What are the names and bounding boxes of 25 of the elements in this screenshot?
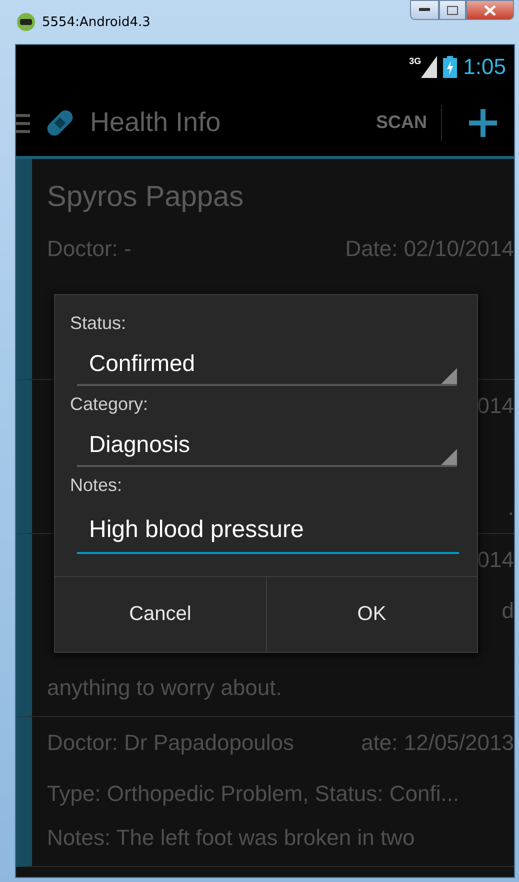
dropdown[interactable]: Confirmed xyxy=(77,342,457,386)
window-title: 5554:Android4.3 xyxy=(42,14,150,30)
date-text: . xyxy=(508,494,514,520)
list-item-text: Type: Orthopedic Problem, Status: Confi... xyxy=(47,780,460,806)
app-title: Health Info xyxy=(90,107,221,138)
notes-text: anything to worry about. xyxy=(47,674,283,702)
notes-field[interactable]: High blood pressure xyxy=(77,508,459,554)
network-type-text: 3G xyxy=(409,56,422,66)
date-text: 014 xyxy=(477,546,514,572)
date-text: d xyxy=(502,598,514,624)
notes-text: Notes: The left foot was broken in two xyxy=(47,824,416,852)
date-text: ate: 12/05/2013 xyxy=(361,730,514,756)
dropdown[interactable]: Diagnosis xyxy=(77,423,457,467)
list-item-text: Doctor: - xyxy=(47,236,132,262)
dialog-button[interactable]: OK xyxy=(266,577,477,652)
scan-button[interactable]: SCAN xyxy=(362,104,441,141)
patient-name: Spyros Pappas xyxy=(47,180,245,215)
field-label: Status: xyxy=(70,312,128,334)
list-item-text: Doctor: Dr Papadopoulos xyxy=(47,730,294,756)
dialog-button[interactable]: Cancel xyxy=(55,577,266,652)
date-text: 014 xyxy=(477,392,514,418)
field-label: Notes: xyxy=(70,474,124,496)
field-label: Category: xyxy=(70,393,150,415)
date-text: Date: 02/10/2014 xyxy=(345,236,514,262)
clock-text: 1:05 xyxy=(463,54,506,80)
